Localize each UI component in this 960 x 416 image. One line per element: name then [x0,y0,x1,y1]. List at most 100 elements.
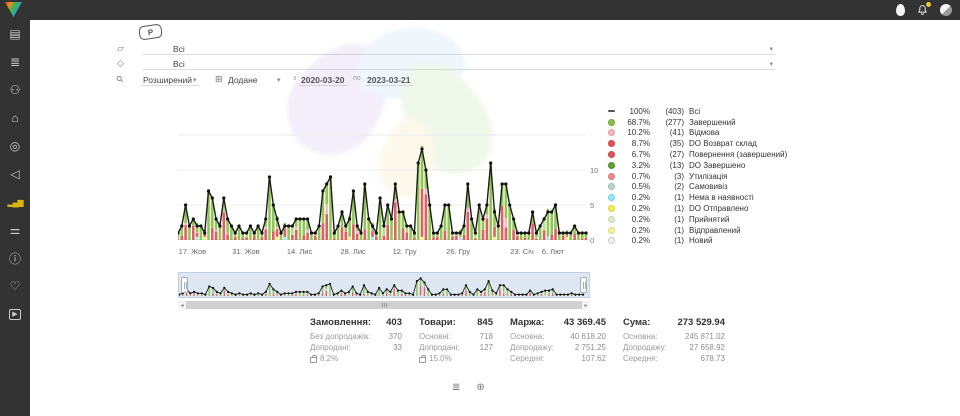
sidebar: ▤≣⚇⌂ ◎ ◁▂▄▆ ⚌ ⓘ♡ ▶ [0,20,30,416]
date-to-input[interactable]: 2023-03-21 [367,75,410,85]
sidebar-item-info[interactable]: ⓘ [0,244,30,272]
date-field-select[interactable]: Додане [228,75,258,85]
chevron-down-icon[interactable]: ▾ [277,76,281,84]
upsell-percent: 8.2% [320,354,338,363]
legend-count: (3) [656,172,684,181]
y-tick-10: 10 [590,166,606,175]
legend-item[interactable]: 0.2% (1) Відправлений [608,225,808,236]
legend-percent: 0.5% [620,182,650,191]
app-window: ▤≣⚇⌂◎◁▂▄▆⚌ⓘ♡▶ ◐▾≣▾◌▾⚇▾◉▾▣▾⊡▾▽▾⊕▾{s}▾{m}▾… [0,0,960,416]
stats-sub-value: 127 [480,342,493,353]
sidebar-item-orders[interactable]: ≣ [0,48,30,76]
stats-sub-value: 33 [393,342,402,353]
legend-swatch [608,183,615,190]
legend-item[interactable]: 0.2%(1)Новий [608,236,808,247]
orders-chart-canvas[interactable] [178,100,590,241]
stats-sub-value: 40 618.20 [570,331,606,342]
scroll-right-arrow[interactable]: ▸ [582,301,590,309]
date-from-input[interactable]: 2020-03-20 [301,75,344,85]
legend-item[interactable]: 68.7%(277)Завершений [608,117,808,128]
legend-item[interactable]: 0.2%(1)Прийнятий [608,214,808,225]
legend-item[interactable]: 8.7%(35)DO Возврат склад [608,138,808,149]
legend-label: DO Возврат склад [689,139,757,148]
globe-view-icon[interactable]: ⊕ [476,382,484,393]
stats-sub-label: Допродажу: [623,342,667,353]
legend-percent: 0.2% [620,226,650,235]
stats-sub-value: 718 [480,331,493,342]
legend-item[interactable]: 0.7%(3)Утилізація [608,171,808,182]
stats-column: Товари:845Основні:718Допродані:12715.0% [419,317,493,364]
products-icon: ◎ [10,139,20,153]
legend-item[interactable]: 100%(403)Всі [608,106,808,117]
search-mode-select[interactable]: Розширений [143,75,192,85]
stream-icon[interactable]: Р [138,23,163,40]
navigator-left-handle[interactable] [181,277,188,293]
calendar-icon[interactable]: ⊞ [215,74,223,85]
legend-label: Відмова [689,128,719,137]
stats-sub-label: Основна: [510,331,544,342]
legend-swatch [608,119,615,126]
table-view-icon[interactable]: ≣ [452,382,460,393]
x-axis-label: 28. Лис [340,247,365,256]
legend-label: DO Завершено [689,161,745,170]
stats-sub-value: 27 658.92 [689,342,725,353]
legend-count: (1) [656,204,684,213]
stats-sub-value: 107.62 [582,353,606,364]
stats-sub-label: Основна: [623,331,657,342]
stats-sub-label: Основні: [419,331,451,342]
legend-count: (1) [656,226,684,235]
chevron-down-icon[interactable]: ▾ [769,60,773,68]
chevron-down-icon[interactable]: ▾ [769,45,773,53]
sidebar-item-statistics[interactable]: ▂▄▆ [0,188,30,216]
chart-navigator[interactable] [178,272,590,298]
search-icon[interactable]: ⚲ [114,73,126,85]
scroll-left-arrow[interactable]: ◂ [178,301,186,309]
upsell-percent: 15.0% [429,354,452,363]
legend-swatch [608,216,615,223]
sidebar-item-products[interactable]: ◎ [0,132,30,160]
topbar [0,0,960,20]
view-toggle-icons: ≣⊕ [452,382,485,393]
stats-sub-label: Допродані: [310,342,351,353]
summary-stats: Замовлення:403Без допродажів:370Допродан… [310,317,725,364]
videos-icon: ▶ [9,309,20,320]
legend-percent: 68.7% [620,118,650,127]
x-axis-label: 31. Жов [232,247,260,256]
legend-item[interactable]: 0.2%(1)DO Отправлено [608,203,808,214]
legend-swatch [608,173,615,180]
legend-item[interactable]: 6.7%(27)Повернення (завершений) [608,149,808,160]
scrollbar-thumb[interactable] [186,301,582,309]
user-avatar[interactable] [940,4,952,16]
legend-item[interactable]: 0.2%(1)Нема в наявності [608,192,808,203]
chevron-down-icon[interactable]: ▾ [193,76,197,84]
app-logo-icon[interactable] [5,2,22,17]
settings-icon: ⚌ [10,223,21,237]
navigator-right-handle[interactable] [580,277,587,293]
sidebar-item-videos[interactable]: ▶ [0,300,30,328]
legend-item[interactable]: 0.5%(2)Самовивіз [608,182,808,193]
sidebar-item-partners[interactable]: ♡ [0,272,30,300]
status-filter-value[interactable]: Всі [173,44,185,54]
legend-item[interactable]: 10.2%(41)Відмова [608,128,808,139]
stats-column: Маржа:43 369.45Основна:40 618.20Допродаж… [510,317,606,364]
legend-count: (41) [656,128,684,137]
sidebar-item-clients[interactable]: ⚇ [0,76,30,104]
chart-scrollbar[interactable]: ◂ ▸ [178,301,590,309]
legend-item[interactable]: 3.2%(13)DO Завершено [608,160,808,171]
assistant-icon[interactable] [896,4,905,16]
stats-sub-label: Без допродажів: [310,331,370,342]
product-filter-value[interactable]: Всі [173,59,185,69]
legend-label: Повернення (завершений) [689,150,787,159]
stats-title: Товари: [419,317,456,328]
legend-percent: 0.2% [620,215,650,224]
notifications-bell-icon[interactable] [916,3,929,17]
sidebar-item-warehouse[interactable]: ⌂ [0,104,30,132]
date-from-label: з [293,75,296,82]
sidebar-item-settings[interactable]: ⚌ [0,216,30,244]
sidebar-item-marketing[interactable]: ◁ [0,160,30,188]
topbar-actions [896,0,952,20]
legend-swatch [608,110,615,112]
legend-label: Відправлений [689,226,741,235]
sidebar-item-dashboard[interactable]: ▤ [0,20,30,48]
search-date-row: ⚲ Розширений ▾ ⊞ Додане ▾ з 2020-03-20 п… [117,73,777,87]
